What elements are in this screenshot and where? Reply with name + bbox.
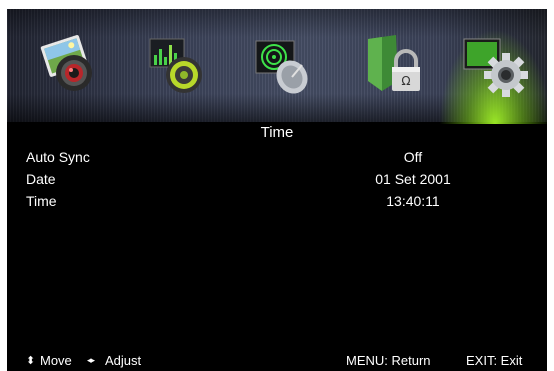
setting-row-date[interactable]: Date 01 Set 2001 [7,168,547,190]
footer-hint-bar: ⬍ Move ◂▸ Adjust MENU: Return EXIT: Exit [7,349,547,371]
menu-return-hint: MENU: Return [346,353,431,368]
setting-label: Time [26,193,57,209]
setting-label: Auto Sync [26,149,90,165]
setting-value[interactable]: 01 Set 2001 [307,171,519,187]
menu-icon-bar: Ω [7,9,547,124]
exit-hint: EXIT: Exit [466,353,523,368]
setting-label: Date [26,171,56,187]
setting-row-auto-sync[interactable]: Auto Sync Off [7,146,547,168]
sound-icon[interactable] [146,31,210,101]
move-hint: Move [40,353,72,368]
move-icon: ⬍ [26,355,36,367]
setting-value[interactable]: Off [307,149,519,165]
lock-icon[interactable]: Ω [362,31,426,101]
adjust-icon: ◂▸ [87,355,95,365]
setting-row-time[interactable]: Time 13:40:11 [7,190,547,212]
page-title: Time [260,124,294,141]
picture-icon[interactable] [38,31,102,101]
setting-value[interactable]: 13:40:11 [307,193,519,209]
svg-text:Ω: Ω [401,74,410,88]
tv-menu-screen: Ω Time Auto Sync Off Date 01 Set 2001 Ti… [7,9,547,371]
adjust-hint: Adjust [105,353,142,368]
channel-icon[interactable] [252,31,316,101]
setup-icon[interactable] [462,31,534,101]
